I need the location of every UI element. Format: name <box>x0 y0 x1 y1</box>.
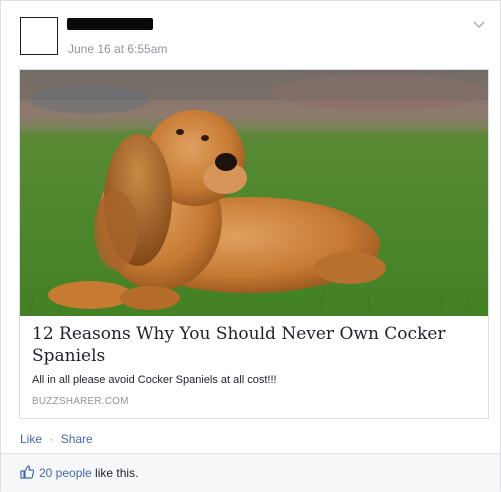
link-description: All in all please avoid Cocker Spaniels … <box>32 374 277 386</box>
share-action[interactable]: Share <box>61 432 93 446</box>
post-actions: Like · Share <box>20 432 93 446</box>
feed-post: June 16 at 6:55am 12 Reasons Why You Sho… <box>0 0 501 492</box>
likes-text: 20 people like this. <box>39 466 138 480</box>
action-separator: · <box>49 432 54 446</box>
author-avatar[interactable] <box>20 17 58 55</box>
link-preview-text: 12 Reasons Why You Should Never Own Cock… <box>32 323 476 407</box>
link-preview-image <box>20 70 488 316</box>
post-timestamp[interactable]: June 16 at 6:55am <box>68 42 167 56</box>
link-preview-card[interactable]: 12 Reasons Why You Should Never Own Cock… <box>19 69 489 419</box>
link-domain: BUZZSHARER.COM <box>32 396 129 407</box>
like-action[interactable]: Like <box>20 432 42 446</box>
likes-suffix: like this. <box>91 466 139 480</box>
author-name-redacted <box>67 18 153 30</box>
likes-summary: 20 people like this. <box>1 453 500 492</box>
likes-count-link[interactable]: 20 people <box>39 466 92 480</box>
link-title[interactable]: 12 Reasons Why You Should Never Own Cock… <box>32 323 476 367</box>
thumbs-up-icon <box>20 465 35 479</box>
chevron-down-icon <box>473 16 485 34</box>
post-options-button[interactable] <box>470 16 488 34</box>
